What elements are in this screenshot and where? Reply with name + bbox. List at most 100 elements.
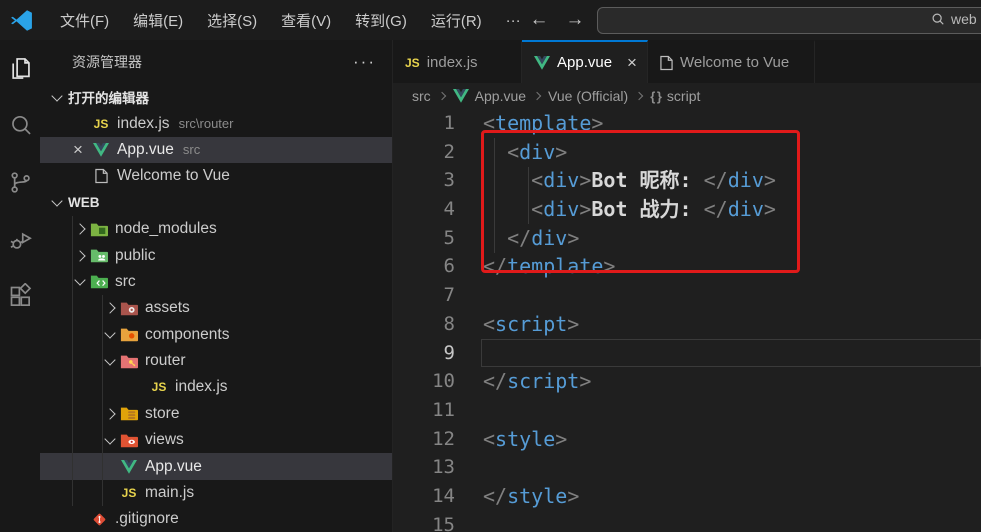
code-line-1[interactable]: 1 <template> — [393, 109, 981, 138]
braces-icon: { } — [650, 88, 662, 104]
menu-bar: 文件(F) 编辑(E) 选择(S) 查看(V) 转到(G) 运行(R) ··· — [48, 0, 533, 40]
open-editor-index.js[interactable]: JS index.js src\router — [40, 110, 392, 136]
js-icon: JS — [405, 55, 420, 70]
line-number: 4 — [443, 198, 455, 221]
tree-item-router[interactable]: router — [40, 348, 392, 374]
code-line-4[interactable]: 4 <div>Bot 战力: </div> — [393, 195, 981, 224]
activity-extensions-icon[interactable] — [0, 268, 40, 325]
breadcrumb-item-app.vue[interactable]: App.vue — [452, 88, 526, 104]
activity-bar — [0, 40, 40, 532]
breadcrumb-item-src[interactable]: src — [412, 88, 431, 104]
tree-item-index.js[interactable]: JS index.js — [40, 374, 392, 400]
title-bar: 文件(F) 编辑(E) 选择(S) 查看(V) 转到(G) 运行(R) ··· ← → we… — [0, 0, 981, 40]
code-line-5[interactable]: 5 </div> — [393, 224, 981, 253]
line-number: 11 — [432, 398, 455, 421]
open-editors-label: 打开的编辑器 — [68, 91, 149, 107]
search-label-wrap: web — [931, 11, 977, 27]
js-icon: JS — [151, 380, 167, 395]
more-actions-icon[interactable]: ··· — [353, 53, 376, 70]
tree-label: router — [145, 352, 186, 370]
tree-label: views — [145, 431, 184, 449]
menu-item-s[interactable]: 选择(S) — [195, 0, 269, 40]
breadcrumb-item-vue--official-[interactable]: Vue (Official) — [548, 88, 628, 104]
tree-item-views[interactable]: views — [40, 427, 392, 453]
explorer-sidebar: 资源管理器 ··· 打开的编辑器 JS index.js src\router × Ap… — [40, 40, 393, 532]
sidebar-header: 资源管理器 ··· — [40, 40, 392, 84]
tree-label: node_modules — [115, 220, 217, 238]
tab-label: index.js — [426, 54, 478, 71]
breadcrumb-separator-icon — [532, 91, 542, 101]
tab-index.js[interactable]: JS index.js — [393, 40, 522, 83]
file-path: src — [182, 142, 201, 158]
breadcrumb-label: src — [412, 88, 431, 104]
chevron-down-icon — [104, 327, 116, 339]
code-line-13[interactable]: 13 — [393, 453, 981, 482]
tree-item-main.js[interactable]: JS main.js — [40, 480, 392, 506]
code-line-6[interactable]: 6 </template> — [393, 252, 981, 281]
close-icon[interactable]: × — [64, 141, 92, 158]
code-line-14[interactable]: 14 </style> — [393, 482, 981, 511]
menu-item-e[interactable]: 编辑(E) — [121, 0, 195, 40]
line-number: 15 — [432, 513, 455, 532]
vscode-logo-icon — [9, 8, 34, 33]
nav-back-button[interactable]: ← — [524, 0, 554, 40]
code-line-12[interactable]: 12 <style> — [393, 425, 981, 454]
breadcrumb-separator-icon — [634, 91, 644, 101]
folder-components-icon — [120, 327, 138, 343]
code-line-11[interactable]: 11 — [393, 396, 981, 425]
code-editor[interactable]: 1 <template> 2 <div> 3 <div>Bot 昵称: </div> 4… — [393, 109, 981, 532]
tree-item-public[interactable]: public — [40, 242, 392, 268]
code-line-8[interactable]: 8 <script> — [393, 310, 981, 339]
close-icon[interactable]: × — [627, 54, 637, 71]
code-line-7[interactable]: 7 — [393, 281, 981, 310]
search-text: web — [951, 11, 977, 27]
menu-item-r[interactable]: 运行(R) — [419, 0, 494, 40]
nav-forward-button[interactable]: → — [560, 0, 590, 40]
tree-item-node_modules[interactable]: node_modules — [40, 216, 392, 242]
line-number: 3 — [443, 169, 455, 192]
code-line-9[interactable]: 9 — [393, 338, 981, 368]
folder-router-icon — [120, 353, 138, 369]
open-editors-header[interactable]: 打开的编辑器 — [40, 84, 392, 110]
activity-run-debug-icon[interactable] — [0, 211, 40, 268]
workspace-header[interactable]: WEB — [40, 190, 392, 216]
code-line-3[interactable]: 3 <div>Bot 昵称: </div> — [393, 166, 981, 195]
open-editor-app.vue[interactable]: × App.vue src — [40, 136, 392, 164]
activity-source-control-icon[interactable] — [0, 154, 40, 211]
folder-src-icon — [90, 274, 108, 290]
tab-app.vue[interactable]: App.vue × — [522, 40, 648, 83]
code-line-2[interactable]: 2 <div> — [393, 138, 981, 167]
activity-explorer-icon[interactable] — [0, 40, 40, 97]
breadcrumb-item-script[interactable]: { } script — [650, 88, 700, 104]
tree-item-src[interactable]: src — [40, 269, 392, 295]
menu-item-v[interactable]: 查看(V) — [269, 0, 343, 40]
tree-item-app.vue[interactable]: App.vue — [40, 453, 392, 480]
tab-label: App.vue — [557, 54, 613, 71]
tree-item-.gitignore[interactable]: .gitignore — [40, 506, 392, 532]
menu-item-g[interactable]: 转到(G) — [343, 0, 419, 40]
tab-welcome-to-vue[interactable]: Welcome to Vue — [648, 40, 815, 83]
line-number: 8 — [443, 312, 455, 335]
tree-label: App.vue — [145, 457, 202, 475]
vue-icon — [120, 459, 138, 475]
file-label: App.vue — [117, 140, 174, 158]
tree-indent-guide — [102, 294, 103, 506]
code-line-15[interactable]: 15 — [393, 511, 981, 532]
open-editor-welcome-to-vue[interactable]: Welcome to Vue — [40, 163, 392, 189]
file-icon — [92, 168, 110, 184]
command-center-search[interactable]: web — [597, 7, 981, 34]
indent-guide — [528, 167, 529, 224]
tree-item-assets[interactable]: assets — [40, 295, 392, 321]
js-icon: JS — [121, 486, 137, 501]
open-editors-list: JS index.js src\router × App.vue src Welcome t… — [40, 110, 392, 189]
activity-search-icon[interactable] — [0, 97, 40, 154]
chevron-down-icon — [104, 353, 116, 366]
chevron-right-icon — [104, 302, 116, 314]
tree-item-components[interactable]: components — [40, 322, 392, 348]
code-line-10[interactable]: 10 </script> — [393, 367, 981, 396]
tab-bar: JS index.js App.vue × Welcome to Vue — [393, 40, 981, 83]
menu-item-f[interactable]: 文件(F) — [48, 0, 121, 40]
tree-item-store[interactable]: store — [40, 401, 392, 427]
tree-label: .gitignore — [115, 510, 179, 528]
js-icon: JS — [93, 116, 109, 131]
